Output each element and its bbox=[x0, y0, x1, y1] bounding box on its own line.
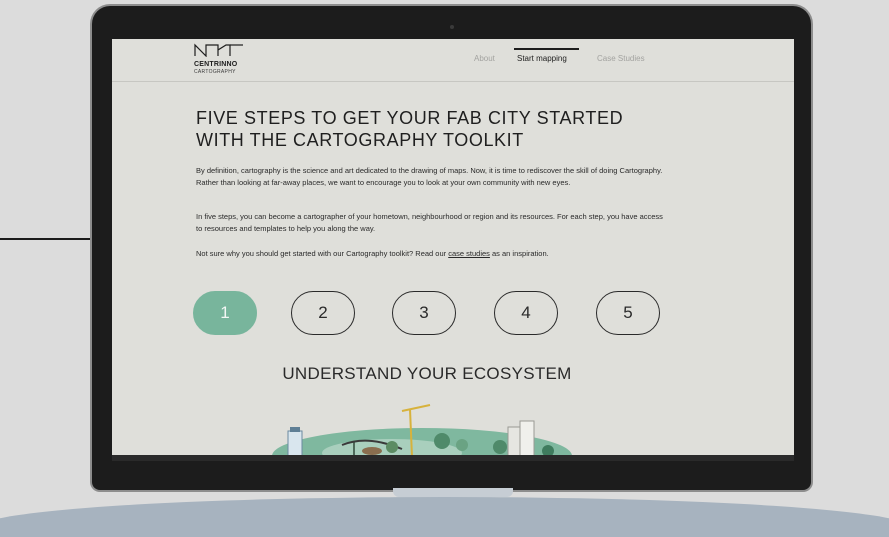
logo-subtitle: CARTOGRAPHY bbox=[194, 69, 236, 75]
page-title: FIVE STEPS TO GET YOUR FAB CITY STARTED … bbox=[196, 107, 676, 151]
step-4-button[interactable]: 4 bbox=[494, 291, 558, 335]
centrinno-logo-icon bbox=[194, 43, 243, 57]
nav-active-underline bbox=[514, 48, 579, 50]
logo[interactable]: CENTRINNO CARTOGRAPHY bbox=[194, 43, 264, 77]
inspiration-paragraph: Not sure why you should get started with… bbox=[196, 248, 666, 260]
step-3-button[interactable]: 3 bbox=[392, 291, 456, 335]
laptop-screen: CENTRINNO CARTOGRAPHY About Start mappin… bbox=[112, 39, 794, 455]
case-studies-link[interactable]: case studies bbox=[448, 249, 490, 258]
step-5-button[interactable]: 5 bbox=[596, 291, 660, 335]
pointer-line bbox=[0, 238, 98, 240]
step-heading: UNDERSTAND YOUR ECOSYSTEM bbox=[282, 364, 572, 383]
step-1-button[interactable]: 1 bbox=[193, 291, 257, 335]
laptop-hinge bbox=[393, 488, 513, 497]
nav-case-studies[interactable]: Case Studies bbox=[597, 54, 645, 63]
inspiration-text-after: as an inspiration. bbox=[489, 249, 549, 258]
city-island-illustration-icon bbox=[272, 404, 572, 455]
nav-start-mapping[interactable]: Start mapping bbox=[517, 54, 567, 63]
intro-paragraph: By definition, cartography is the scienc… bbox=[196, 166, 663, 187]
logo-name: CENTRINNO bbox=[194, 61, 238, 68]
steps-paragraph: In five steps, you can become a cartogra… bbox=[196, 212, 663, 233]
inspiration-text-before: Not sure why you should get started with… bbox=[196, 249, 449, 258]
top-nav: CENTRINNO CARTOGRAPHY About Start mappin… bbox=[112, 39, 794, 82]
laptop-base-bar bbox=[0, 497, 889, 537]
nav-about[interactable]: About bbox=[474, 54, 495, 63]
page-title-line1: FIVE STEPS TO GET YOUR FAB CITY STARTED bbox=[196, 108, 624, 128]
step-2-button[interactable]: 2 bbox=[291, 291, 355, 335]
screen-bottom-bezel bbox=[112, 455, 794, 461]
page-title-line2: WITH THE CARTOGRAPHY TOOLKIT bbox=[196, 130, 524, 150]
camera-icon bbox=[450, 25, 454, 29]
